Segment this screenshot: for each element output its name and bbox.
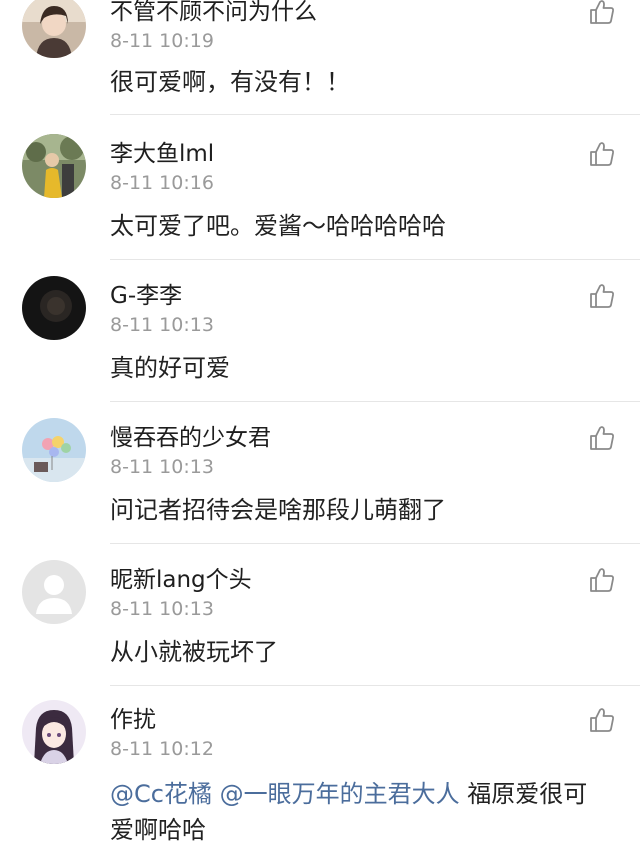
user-avatar[interactable]	[22, 418, 86, 482]
thumbs-up-icon	[590, 708, 614, 732]
comment-item: 不管不顾不问为什么 8-11 10:19 很可爱啊，有没有！！	[0, 0, 640, 116]
username[interactable]: 作扰	[110, 706, 156, 734]
anime-girl-avatar-icon	[22, 700, 86, 764]
default-user-avatar-icon	[22, 560, 86, 624]
user-avatar[interactable]	[22, 700, 86, 764]
thumbs-up-icon	[590, 426, 614, 450]
dark-photo-avatar-icon	[22, 276, 86, 340]
comment-text: 从小就被玩坏了	[110, 638, 278, 666]
comment-text: 很可爱啊，有没有！！	[110, 68, 350, 96]
thumbs-up-icon	[590, 284, 614, 308]
user-avatar[interactable]	[22, 276, 86, 340]
girl-photo-avatar-icon	[22, 0, 86, 58]
mention-link[interactable]: @一眼万年的主君大人	[220, 780, 460, 808]
comment-text: 真的好可爱	[110, 354, 230, 382]
comment-item: 慢吞吞的少女君 8-11 10:13 问记者招待会是啥那段儿萌翻了	[0, 402, 640, 544]
comment-text: 问记者招待会是啥那段儿萌翻了	[110, 496, 446, 524]
like-button[interactable]	[588, 706, 616, 734]
comment-item: 作扰 8-11 10:12 @Cc花橘 @一眼万年的主君大人 福原爱很可爱啊哈哈	[0, 686, 640, 854]
like-button[interactable]	[588, 140, 616, 168]
username[interactable]: 不管不顾不问为什么	[110, 0, 317, 26]
timestamp: 8-11 10:16	[110, 172, 214, 194]
username[interactable]: 慢吞吞的少女君	[110, 424, 271, 452]
like-button[interactable]	[588, 566, 616, 594]
username[interactable]: 昵新lang个头	[110, 566, 252, 594]
timestamp: 8-11 10:13	[110, 314, 214, 336]
timestamp: 8-11 10:12	[110, 738, 214, 760]
comment-item: 昵新lang个头 8-11 10:13 从小就被玩坏了	[0, 544, 640, 686]
thumbs-up-icon	[590, 568, 614, 592]
comment-feed: 不管不顾不问为什么 8-11 10:19 很可爱啊，有没有！！ 李大鱼lml 8	[0, 0, 640, 854]
username[interactable]: 李大鱼lml	[110, 140, 214, 168]
like-button[interactable]	[588, 282, 616, 310]
comment-text: 太可爱了吧。爱酱～哈哈哈哈哈	[110, 212, 446, 240]
comment-item: 李大鱼lml 8-11 10:16 太可爱了吧。爱酱～哈哈哈哈哈	[0, 118, 640, 260]
username[interactable]: G-李李	[110, 282, 182, 310]
person-outdoors-avatar-icon	[22, 134, 86, 198]
comment-item: G-李李 8-11 10:13 真的好可爱	[0, 260, 640, 402]
timestamp: 8-11 10:13	[110, 456, 214, 478]
thumbs-up-icon	[590, 142, 614, 166]
like-button[interactable]	[588, 424, 616, 452]
mention-link[interactable]: @Cc花橘	[110, 780, 212, 808]
user-avatar[interactable]	[22, 134, 86, 198]
timestamp: 8-11 10:19	[110, 30, 214, 52]
divider	[110, 114, 640, 115]
thumbs-up-icon	[590, 0, 614, 24]
user-avatar[interactable]	[22, 0, 86, 58]
like-button[interactable]	[588, 0, 616, 26]
timestamp: 8-11 10:13	[110, 598, 214, 620]
comment-text: @Cc花橘 @一眼万年的主君大人 福原爱很可爱啊哈哈	[110, 776, 610, 848]
balloons-avatar-icon	[22, 418, 86, 482]
user-avatar[interactable]	[22, 560, 86, 624]
